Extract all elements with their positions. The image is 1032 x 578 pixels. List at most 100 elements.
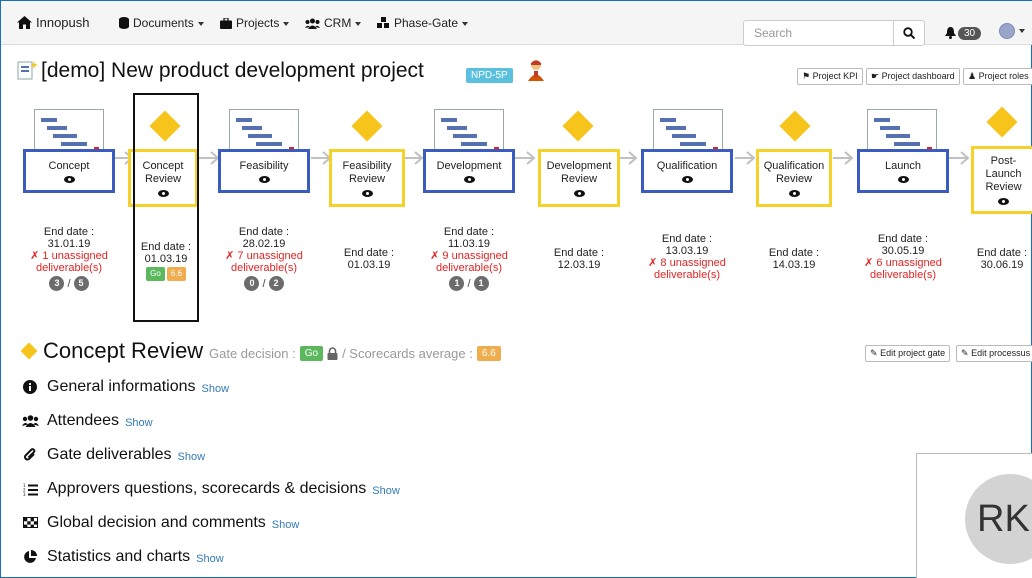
- project-roles-button[interactable]: ♟ Project roles: [963, 68, 1032, 85]
- gate-decision-label: Gate decision :: [209, 346, 296, 361]
- stage-feasibility[interactable]: Feasibility: [218, 149, 310, 193]
- users-icon: ♟: [968, 71, 977, 81]
- score-badge: 6.6: [476, 346, 501, 361]
- stage-label: Feasibility: [239, 159, 289, 172]
- svg-text:3: 3: [23, 492, 26, 496]
- end-date-value: 31.01.19: [47, 238, 91, 250]
- gate-label: Feasibility Review: [342, 159, 392, 185]
- checkered-flag-icon: [21, 516, 39, 530]
- end-date-value: 13.03.19: [665, 245, 709, 257]
- brand-label: Innopush: [36, 15, 90, 30]
- chevron-down-icon: [197, 21, 204, 26]
- section-label: General informations: [47, 378, 196, 395]
- end-date-label: End date :: [553, 247, 605, 259]
- unassigned-deliverables: ✗ 7 unassigned deliverable(s): [225, 250, 303, 274]
- edit-icon: ✎: [870, 348, 878, 358]
- menu-projects[interactable]: Projects: [220, 1, 290, 45]
- chevron-down-icon: [1019, 29, 1025, 33]
- menu-crm-label: CRM: [324, 16, 352, 30]
- menu-phase-gate-label: Phase-Gate: [394, 16, 459, 30]
- search-button[interactable]: [893, 20, 925, 46]
- menu-documents[interactable]: Documents: [119, 1, 204, 45]
- end-date-value: 01.03.19: [144, 253, 188, 265]
- edit-processus-button[interactable]: ✎ Edit processus: [956, 345, 1032, 362]
- menu-phase-gate[interactable]: Phase-Gate: [377, 1, 469, 45]
- menu-crm[interactable]: CRM: [305, 1, 362, 45]
- pie-chart-icon: [21, 550, 39, 564]
- show-link[interactable]: Show: [125, 417, 153, 429]
- attendee-card: RK: [916, 453, 1032, 578]
- edit-project-gate-button[interactable]: ✎ Edit project gate: [865, 345, 951, 362]
- stage-label: Qualification: [656, 159, 718, 172]
- page-title: [demo] New product development project: [41, 59, 424, 82]
- gate-diamond-icon: [20, 342, 38, 360]
- show-link[interactable]: Show: [272, 519, 300, 531]
- selected-gate-frame: [133, 93, 199, 322]
- end-date-label: End date :: [877, 233, 929, 245]
- section-label: Statistics and charts: [47, 548, 191, 565]
- gate-concept-review-info: End date : 01.03.19 Go 6.6: [135, 241, 197, 281]
- stage-label: Development: [436, 159, 502, 172]
- database-icon: [119, 17, 129, 29]
- gate-feasibility-review[interactable]: Feasibility Review: [329, 149, 405, 207]
- gate-qualification-review-info: End date : 14.03.19: [756, 247, 832, 271]
- end-date-label: End date :: [443, 226, 495, 238]
- project-dashboard-button[interactable]: ☛ Project dashboard: [866, 68, 960, 85]
- gate-label: Development Review: [546, 159, 612, 185]
- eye-icon: [258, 175, 270, 183]
- show-link[interactable]: Show: [196, 553, 224, 565]
- section-approvers: 123 Approvers questions, scorecards & de…: [21, 478, 400, 500]
- gate-status-badges: Go 6.6: [135, 267, 197, 281]
- notifications-count-badge: 30: [958, 26, 982, 40]
- eye-icon: [361, 189, 373, 197]
- total-count: 1: [473, 276, 489, 291]
- top-navbar: Innopush Documents Projects CRM Phase-Ga…: [1, 1, 1032, 46]
- show-link[interactable]: Show: [178, 451, 206, 463]
- end-date-value: 14.03.19: [772, 259, 816, 271]
- eye-icon: [998, 198, 1009, 205]
- stage-qualification-info: End date : 13.03.19 ✗ 8 unassigned deliv…: [639, 233, 735, 281]
- done-count: 3: [49, 276, 65, 291]
- end-date-label: End date :: [43, 226, 95, 238]
- end-date-value: 28.02.19: [242, 238, 286, 250]
- eye-icon: [681, 175, 693, 183]
- deliverables-count: 1/1: [421, 276, 517, 291]
- decision-badge: Go: [299, 346, 324, 361]
- end-date-value: 12.03.19: [557, 259, 601, 271]
- search-input[interactable]: [743, 20, 893, 46]
- unassigned-deliverables: ✗ 6 unassigned deliverable(s): [864, 257, 942, 281]
- menu-projects-label: Projects: [236, 16, 280, 30]
- edit-icon: ✎: [961, 348, 969, 358]
- section-gate-deliverables: Gate deliverables Show: [21, 444, 205, 466]
- info-circle-icon: [21, 380, 39, 394]
- unassigned-deliverables: ✗ 1 unassigned deliverable(s): [30, 250, 108, 274]
- stage-qualification[interactable]: Qualification: [641, 149, 733, 193]
- notifications-button[interactable]: 30: [945, 25, 982, 41]
- gate-development-review[interactable]: Development Review: [538, 149, 620, 207]
- brand-link[interactable]: Innopush: [17, 1, 90, 45]
- cubes-icon: [377, 17, 389, 28]
- done-count: 1: [449, 276, 465, 291]
- show-link[interactable]: Show: [202, 383, 230, 395]
- unassigned-deliverables: ✗ 8 unassigned deliverable(s): [648, 257, 726, 281]
- stage-concept[interactable]: Concept: [23, 149, 115, 193]
- checkered-flag-icon: ⚑: [802, 71, 811, 81]
- gate-qualification-review[interactable]: Qualification Review: [756, 149, 832, 207]
- edit-processus-label: Edit processus: [971, 348, 1031, 358]
- hand-pointer-icon: ☛: [871, 71, 880, 81]
- stage-launch[interactable]: Launch: [857, 149, 949, 193]
- stage-label: Launch: [884, 159, 922, 172]
- scorecards-label: / Scorecards average :: [342, 346, 473, 361]
- project-roles-label: Project roles: [978, 71, 1029, 81]
- section-label: Attendees: [47, 412, 120, 429]
- stage-development[interactable]: Development: [423, 149, 515, 193]
- eye-icon: [788, 189, 800, 197]
- show-link[interactable]: Show: [372, 485, 400, 497]
- lock-icon: [327, 347, 338, 360]
- project-kpi-button[interactable]: ⚑ Project KPI: [797, 68, 863, 85]
- user-menu[interactable]: [999, 23, 1025, 39]
- eye-icon: [573, 189, 585, 197]
- paperclip-icon: [21, 447, 39, 463]
- gate-post-launch-review[interactable]: Post-Launch Review: [971, 146, 1032, 214]
- end-date-value: 30.06.19: [980, 259, 1024, 271]
